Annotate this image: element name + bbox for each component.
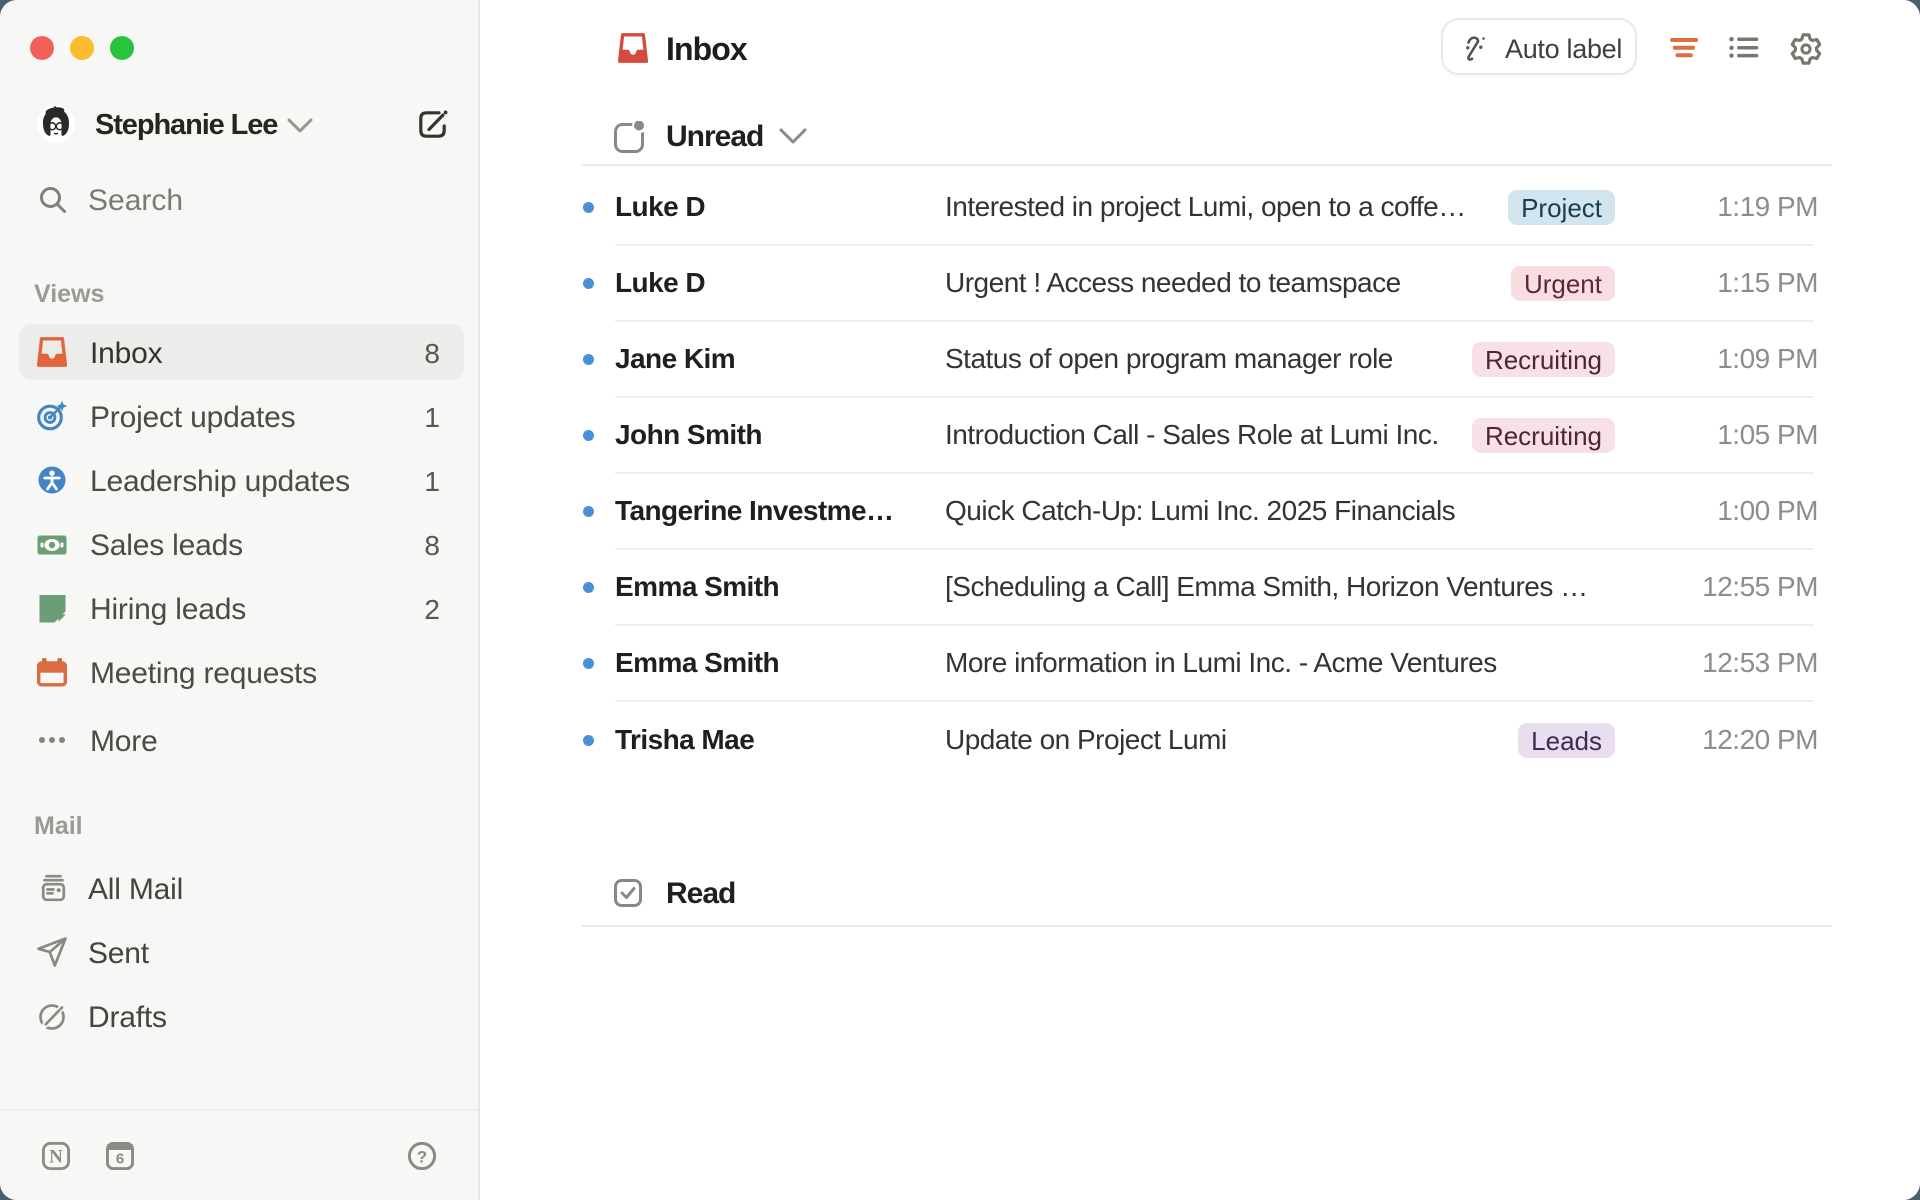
svg-text:?: ? [417, 1148, 427, 1167]
svg-text:N: N [49, 1147, 63, 1168]
svg-text:6: 6 [116, 1151, 124, 1168]
